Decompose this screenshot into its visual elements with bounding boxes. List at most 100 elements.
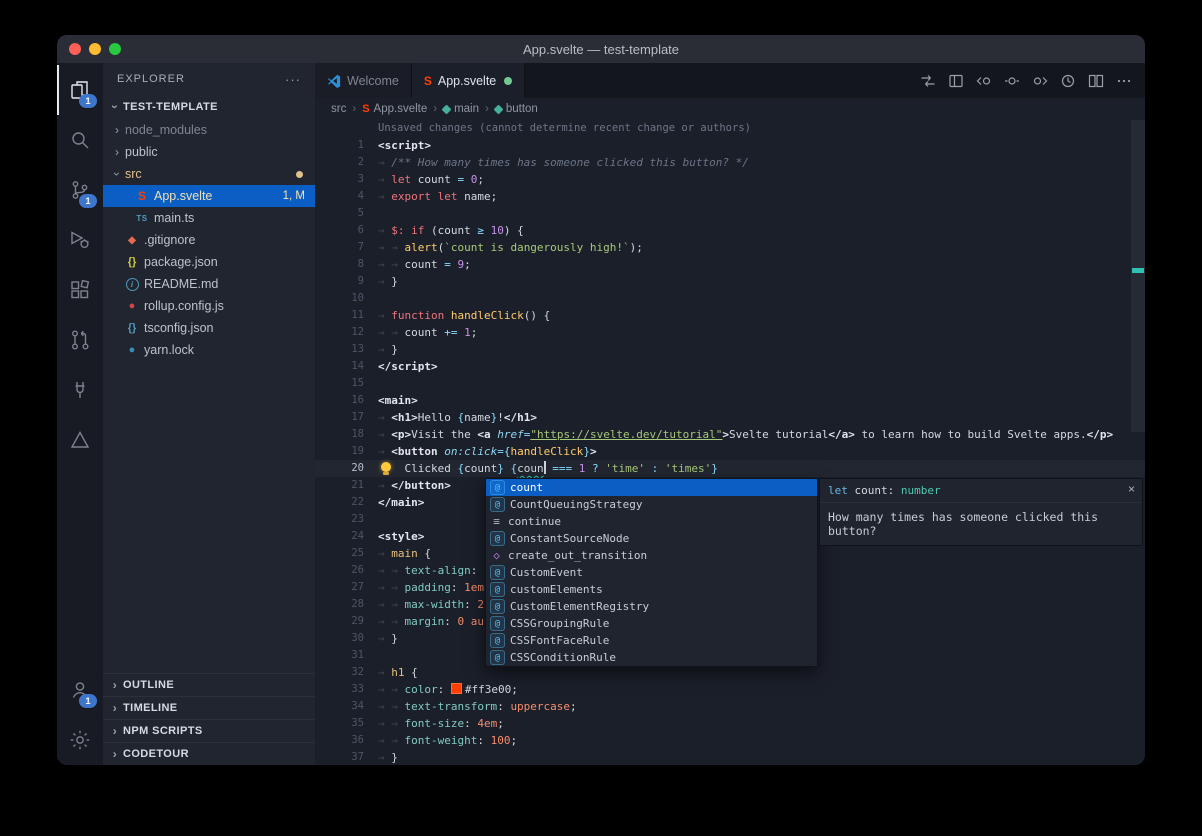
code-line-6[interactable]: 6→$: if (count ≥ 10) { [315,222,1145,239]
code-line-3[interactable]: 3→let count = 0; [315,171,1145,188]
suggestion-CSSConditionRule[interactable]: @CSSConditionRule [486,649,817,666]
breadcrumb-item-App.svelte[interactable]: SApp.svelte [362,103,427,115]
code-line-15[interactable]: 15 [315,375,1145,392]
zoom-button[interactable] [109,43,121,55]
tab-app-svelte[interactable]: S App.svelte [412,63,525,98]
code-line-17[interactable]: 17→<h1>Hello {name}!</h1> [315,409,1145,426]
activity-remote-explorer[interactable] [57,365,103,415]
code-line-12[interactable]: 12→→count += 1; [315,324,1145,341]
activity-run-debug[interactable] [57,215,103,265]
code-line-37[interactable]: 37→} [315,749,1145,765]
code-line-5[interactable]: 5 [315,205,1145,222]
code-line-33[interactable]: 33→→color: #ff3e00; [315,681,1145,698]
code-line-9[interactable]: 9→} [315,273,1145,290]
activity-explorer[interactable]: 1 [57,65,103,115]
suggestion-CSSFontFaceRule[interactable]: @CSSFontFaceRule [486,632,817,649]
breadcrumb-item-src[interactable]: src [331,103,346,115]
close-button[interactable] [69,43,81,55]
code-line-4[interactable]: 4→export let name; [315,188,1145,205]
close-icon[interactable]: × [1128,482,1135,496]
code-line-8[interactable]: 8→→count = 9; [315,256,1145,273]
section-timeline[interactable]: ›TIMELINE [103,696,315,719]
code-line-10[interactable]: 10 [315,290,1145,307]
symbol-var-icon: @ [490,497,505,512]
scrollbar-thumb[interactable] [1131,120,1145,432]
code-line-2[interactable]: 2→/** How many times has someone clicked… [315,154,1145,171]
tree-file-README.md[interactable]: iREADME.md [103,273,315,295]
open-preview-icon[interactable] [943,68,969,94]
code-editor[interactable]: Unsaved changes (cannot determine recent… [315,120,1145,765]
code-line-13[interactable]: 13→} [315,341,1145,358]
tree-file-rollup.config.js[interactable]: ●rollup.config.js [103,295,315,317]
titlebar[interactable]: App.svelte — test-template [57,35,1145,63]
tree-folder-src[interactable]: ›src [103,163,315,185]
code-line-7[interactable]: 7→→alert(`count is dangerously high!`); [315,239,1145,256]
section-outline[interactable]: ›OUTLINE [103,673,315,696]
overview-ruler-mark [1132,268,1144,273]
code-line-1[interactable]: 1<script> [315,137,1145,154]
chevron-right-icon: › [107,747,123,761]
activity-extensions[interactable] [57,265,103,315]
suggestion-continue[interactable]: ≡continue [486,513,817,530]
tree-file-tsconfig.json[interactable]: {}tsconfig.json [103,317,315,339]
suggestion-CountQueuingStrategy[interactable]: @CountQueuingStrategy [486,496,817,513]
file-name: package.json [144,255,218,269]
code-text: <style> [378,528,424,545]
section-codetour[interactable]: ›CODETOUR [103,742,315,765]
suggestion-ConstantSourceNode[interactable]: @ConstantSourceNode [486,530,817,547]
breadcrumb-item-main[interactable]: main [443,103,479,115]
code-line-16[interactable]: 16<main> [315,392,1145,409]
code-line-19[interactable]: 19→<button on:click={handleClick}> [315,443,1145,460]
code-text: →→count = 9; [378,256,471,273]
file-history-icon[interactable] [1055,68,1081,94]
activity-codetour[interactable] [57,415,103,465]
suggestion-CustomEvent[interactable]: @CustomEvent [486,564,817,581]
minimize-button[interactable] [89,43,101,55]
suggestion-CSSGroupingRule[interactable]: @CSSGroupingRule [486,615,817,632]
line-number: 32 [315,664,378,681]
code-line-20[interactable]: 20 Clicked {count} {coun === 1 ? 'time' … [315,460,1145,477]
activity-accounts[interactable]: 1 [57,665,103,715]
tree-folder-node_modules[interactable]: ›node_modules [103,119,315,141]
line-number: 24 [315,528,378,545]
previous-change-icon[interactable] [971,68,997,94]
code-line-11[interactable]: 11→function handleClick() { [315,307,1145,324]
code-line-18[interactable]: 18→<p>Visit the <a href="https://svelte.… [315,426,1145,443]
suggest-docs-panel: let count: number How many times has som… [819,478,1143,546]
tree-file-.gitignore[interactable]: ◆.gitignore [103,229,315,251]
code-text: <main> [378,392,418,409]
activity-search[interactable] [57,115,103,165]
compare-working-icon[interactable] [999,68,1025,94]
more-actions-icon[interactable]: ··· [285,72,301,87]
tree-file-main.ts[interactable]: TSmain.ts [103,207,315,229]
code-line-35[interactable]: 35→→font-size: 4em; [315,715,1145,732]
folder-name: node_modules [125,123,207,137]
suggestion-create_out_transition[interactable]: ◇create_out_transition [486,547,817,564]
tree-folder-public[interactable]: ›public [103,141,315,163]
tree-file-App.svelte[interactable]: SApp.svelte1, M [103,185,315,207]
tab-welcome[interactable]: Welcome [315,63,412,98]
code-line-34[interactable]: 34→→text-transform: uppercase; [315,698,1145,715]
next-change-icon[interactable] [1027,68,1053,94]
symbol-icon [442,104,452,114]
open-changes-icon[interactable] [915,68,941,94]
split-editor-icon[interactable] [1083,68,1109,94]
lightbulb-icon[interactable] [381,462,391,472]
more-actions-icon[interactable] [1111,68,1137,94]
breadcrumb-item-button[interactable]: button [495,103,538,115]
activity-github-pull-requests[interactable] [57,315,103,365]
tree-file-package.json[interactable]: {}package.json [103,251,315,273]
suggestion-customElements[interactable]: @customElements [486,581,817,598]
section-test-template[interactable]: › TEST-TEMPLATE [103,95,315,119]
activity-settings[interactable] [57,715,103,765]
symbol-keyword-icon: ≡ [490,515,503,528]
scrollbar[interactable] [1131,120,1145,765]
svelte-icon: S [362,103,369,115]
code-line-36[interactable]: 36→→font-weight: 100; [315,732,1145,749]
activity-source-control[interactable]: 1 [57,165,103,215]
tree-file-yarn.lock[interactable]: ●yarn.lock [103,339,315,361]
section-npm-scripts[interactable]: ›NPM SCRIPTS [103,719,315,742]
code-line-14[interactable]: 14</script> [315,358,1145,375]
suggestion-CustomElementRegistry[interactable]: @CustomElementRegistry [486,598,817,615]
suggestion-count[interactable]: @count [486,479,817,496]
